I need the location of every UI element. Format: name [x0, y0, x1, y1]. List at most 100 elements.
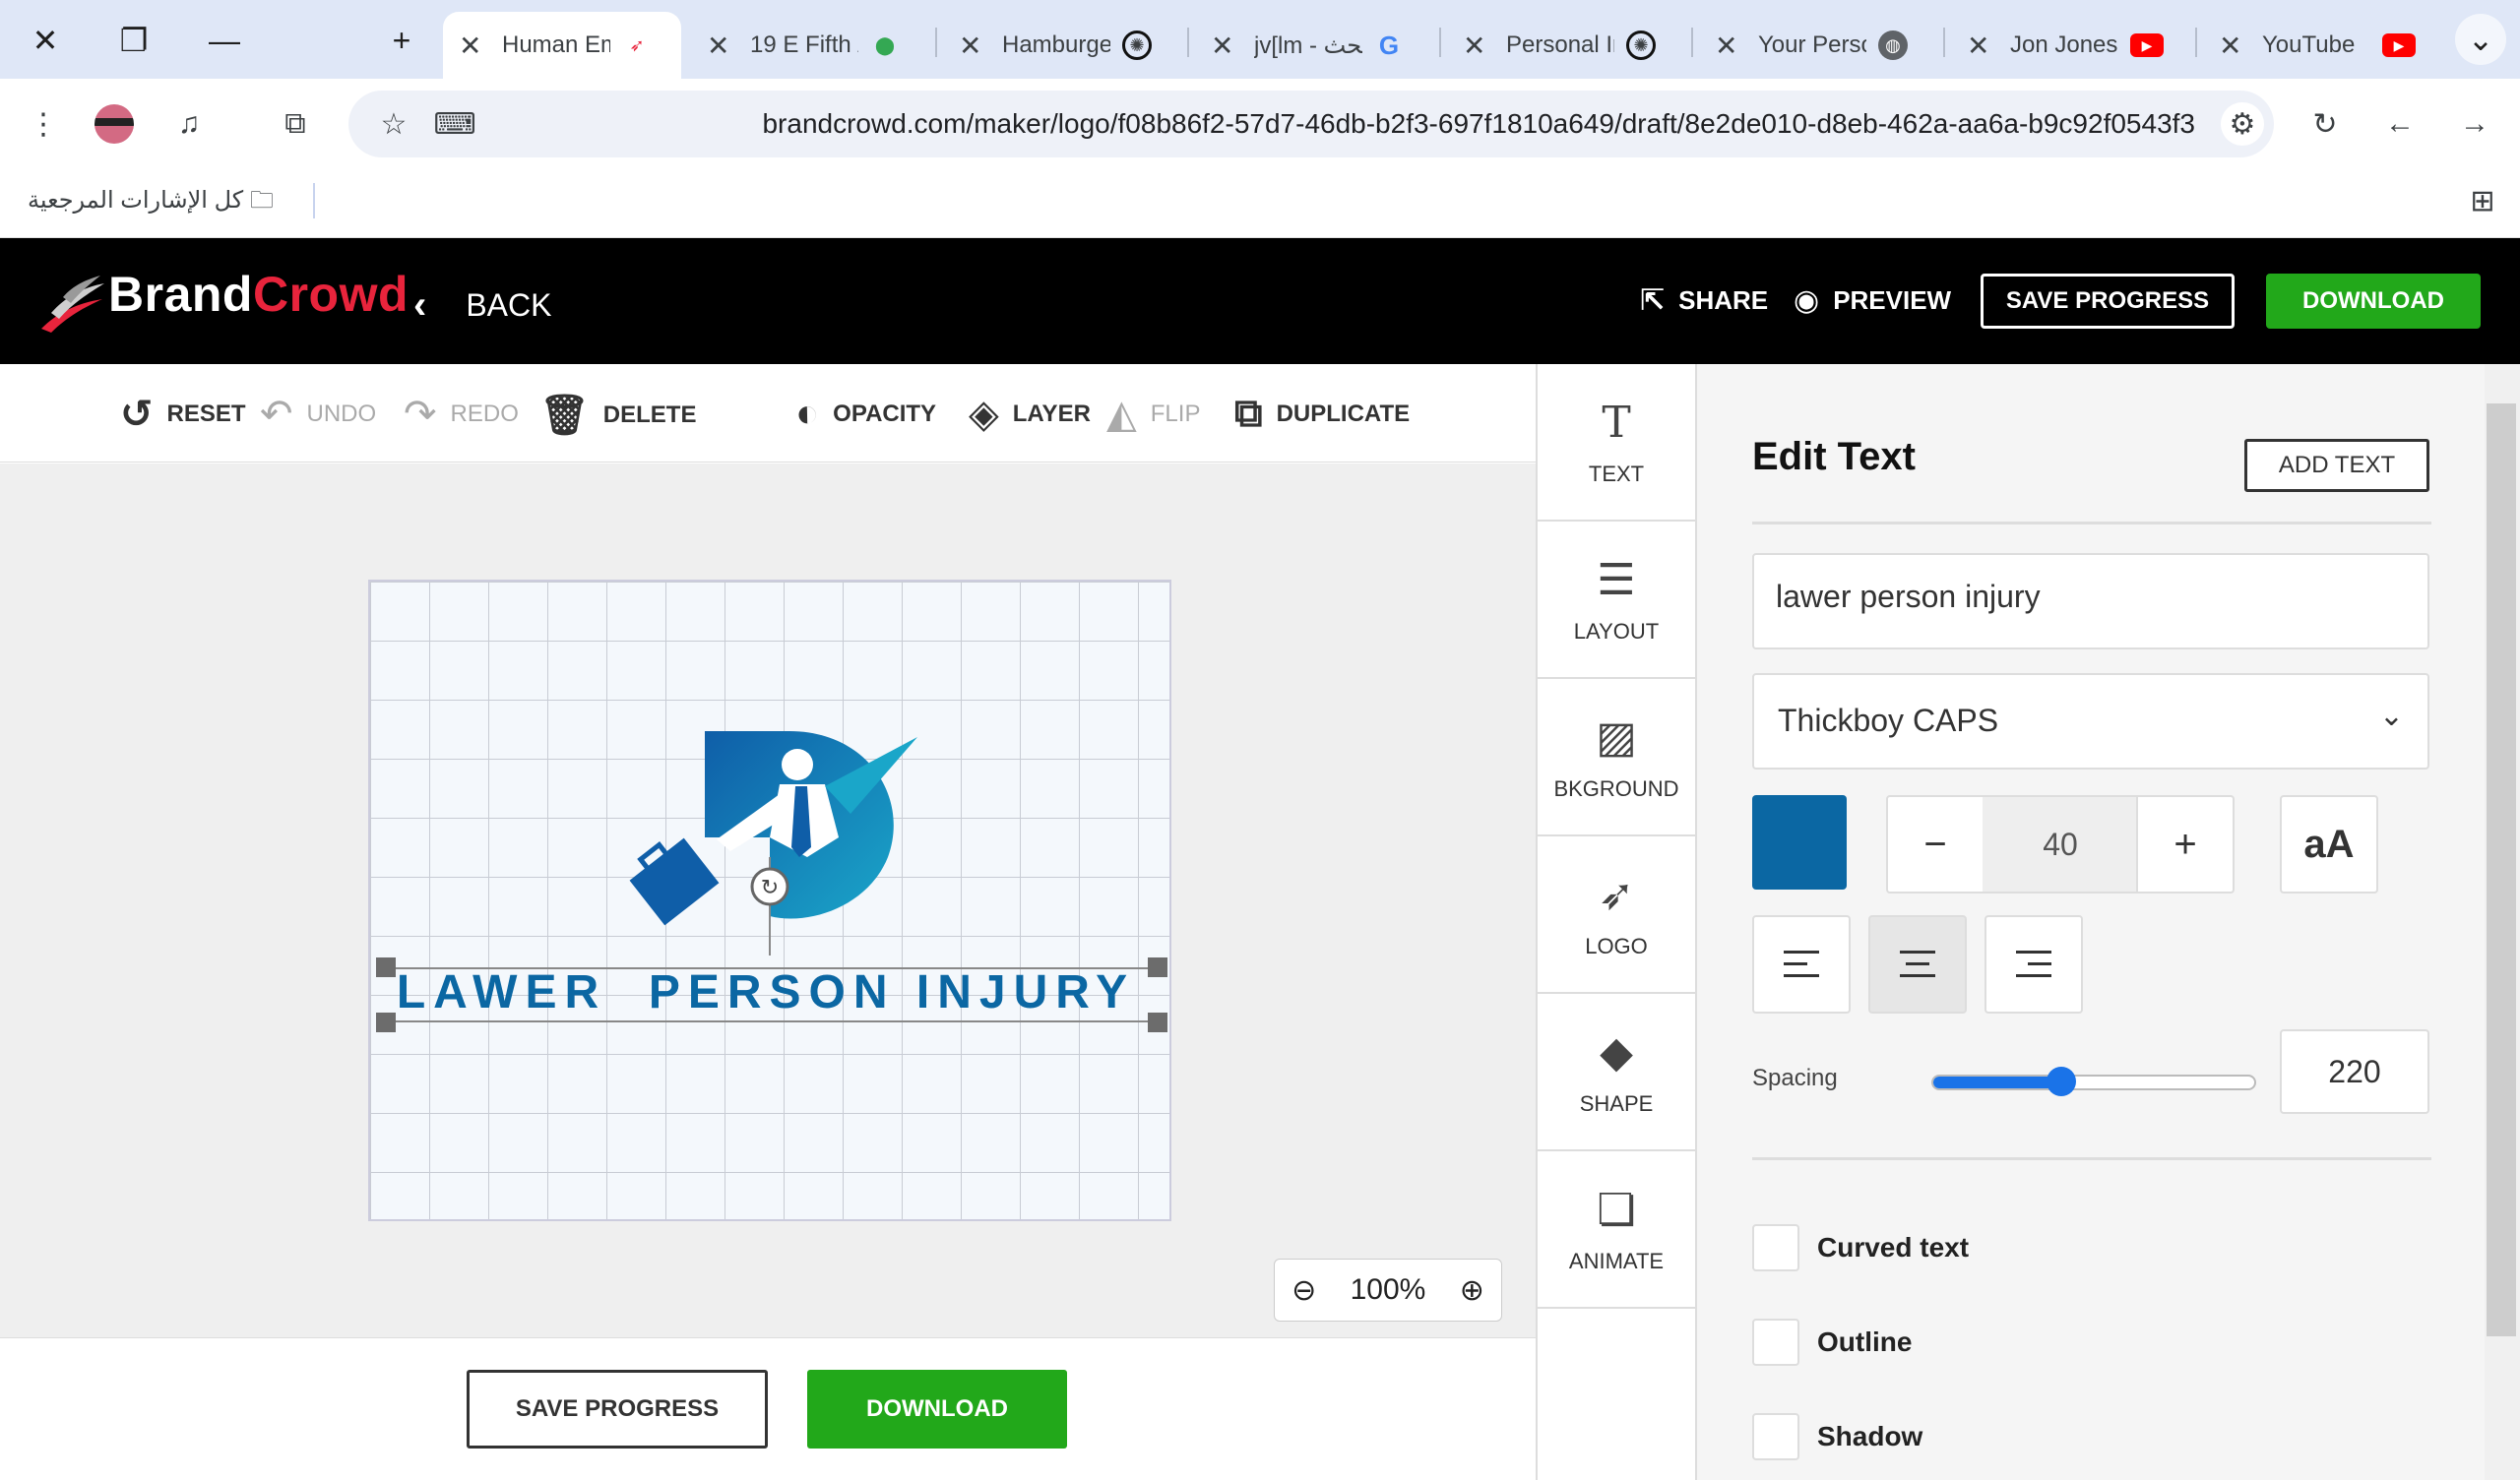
logo-swoosh-icon: ➶: [1598, 870, 1635, 919]
apps-grid-icon[interactable]: ⊞: [2461, 179, 2504, 222]
curved-text-checkbox[interactable]: Curved text: [1752, 1224, 1969, 1271]
openai-icon: ✺: [1122, 31, 1152, 60]
download-button[interactable]: DOWNLOAD: [807, 1370, 1067, 1449]
duplicate-button[interactable]: ⧉ DUPLICATE: [1234, 392, 1410, 436]
opacity-button[interactable]: ◐ OPACITY: [795, 392, 936, 436]
font-select[interactable]: Thickboy CAPS ⌄: [1752, 673, 2429, 770]
resize-handle[interactable]: [1148, 1013, 1167, 1032]
extensions-icon[interactable]: ⧉: [274, 102, 317, 146]
scrollbar-thumb[interactable]: [2487, 403, 2516, 1336]
browser-tab[interactable]: ✕ Hamburge ✺: [943, 12, 1179, 79]
size-increase-button[interactable]: +: [2136, 795, 2235, 894]
close-tab-icon[interactable]: ✕: [1463, 30, 1492, 62]
close-tab-icon[interactable]: ✕: [1967, 30, 1996, 62]
panel-scrollbar[interactable]: [2485, 364, 2520, 1480]
browser-tab[interactable]: ✕ jv[lm - بحث G: [1195, 12, 1431, 79]
bookmark-star-icon[interactable]: ☆: [372, 102, 415, 146]
browser-tab[interactable]: ✕ Your Perso ◍: [1699, 12, 1935, 79]
spacing-slider[interactable]: [1931, 1067, 2256, 1096]
minimize-window-icon[interactable]: —: [197, 18, 252, 63]
align-right-button[interactable]: [1984, 915, 2083, 1014]
close-tab-icon[interactable]: ✕: [707, 30, 736, 62]
logo-text[interactable]: LAWER PERSON INJURY: [382, 965, 1150, 1019]
reload-icon[interactable]: ↻: [2303, 102, 2347, 146]
back-arrow-icon[interactable]: ←: [2378, 102, 2422, 146]
delete-button[interactable]: 🗑 DELETE: [539, 392, 696, 438]
save-progress-button[interactable]: SAVE PROGRESS: [467, 1370, 768, 1449]
case-toggle-button[interactable]: aA: [2280, 795, 2378, 894]
flip-icon: ◭: [1106, 393, 1137, 436]
spacing-slider-knob[interactable]: [2047, 1067, 2077, 1096]
browser-tab[interactable]: ✕ Personal In ✺: [1447, 12, 1683, 79]
checkbox-box[interactable]: [1752, 1413, 1799, 1460]
size-decrease-button[interactable]: −: [1886, 795, 1984, 894]
download-button[interactable]: DOWNLOAD: [2266, 274, 2481, 329]
save-progress-button[interactable]: SAVE PROGRESS: [1981, 274, 2235, 329]
restore-window-icon[interactable]: ❐: [106, 18, 161, 63]
nav-layout[interactable]: ☰ LAYOUT: [1538, 522, 1695, 679]
brandcrowd-icon: ➶: [629, 34, 645, 55]
browser-menu-icon[interactable]: ⋮: [22, 102, 65, 146]
close-tab-icon[interactable]: ✕: [2219, 30, 2248, 62]
browser-tab[interactable]: ✕ YouTube ▶: [2203, 12, 2439, 79]
align-left-button[interactable]: [1752, 915, 1851, 1014]
redo-button[interactable]: ↷ REDO: [404, 392, 519, 437]
chevron-down-icon: ⌄: [2378, 700, 2404, 732]
nav-shape[interactable]: ◆ SHAPE: [1538, 994, 1695, 1151]
translate-icon[interactable]: ⌨: [433, 102, 476, 146]
address-bar[interactable]: ☆ ⌨ brandcrowd.com/maker/logo/f08b86f2-5…: [348, 91, 2274, 157]
text-color-swatch[interactable]: [1752, 795, 1847, 890]
logo-artboard[interactable]: ↻ LAWER PERSON INJURY: [368, 580, 1171, 1221]
close-tab-icon[interactable]: ✕: [1715, 30, 1744, 62]
align-center-button[interactable]: [1868, 915, 1967, 1014]
share-button[interactable]: ⇱ SHARE: [1640, 283, 1768, 318]
close-tab-icon[interactable]: ✕: [959, 30, 988, 62]
brandcrowd-logo[interactable]: BrandCrowd: [108, 266, 409, 323]
google-icon: G: [1378, 30, 1400, 60]
maps-pin-icon: ⬤: [874, 34, 896, 55]
nav-animate[interactable]: ❏ ANIMATE: [1538, 1151, 1695, 1309]
zoom-out-icon[interactable]: ⊖: [1292, 1273, 1316, 1308]
site-settings-icon[interactable]: ⚙: [2221, 102, 2264, 146]
url-text[interactable]: brandcrowd.com/maker/logo/f08b86f2-57d7-…: [762, 108, 2195, 140]
resize-handle[interactable]: [1148, 957, 1167, 977]
flip-button[interactable]: ◭ FLIP: [1106, 392, 1200, 437]
media-control-icon[interactable]: ♫: [167, 102, 211, 146]
new-tab-icon[interactable]: +: [374, 18, 429, 63]
browser-tab[interactable]: ✕ Jon Jones | ▶: [1951, 12, 2187, 79]
text-content-input[interactable]: lawer person injury: [1752, 553, 2429, 649]
spacing-input[interactable]: 220: [2280, 1029, 2429, 1114]
preview-button[interactable]: ◉ PREVIEW: [1794, 283, 1951, 318]
brandcrowd-logo-icon[interactable]: [37, 274, 106, 335]
checkbox-box[interactable]: [1752, 1224, 1799, 1271]
add-text-button[interactable]: ADD TEXT: [2244, 439, 2429, 492]
profile-avatar[interactable]: [93, 102, 136, 146]
forward-arrow-icon[interactable]: →: [2453, 102, 2496, 146]
tab-divider: [1187, 28, 1189, 57]
reset-button[interactable]: ↺ RESET: [120, 392, 246, 437]
browser-tab-strip: ✕ ❐ — + ✕ Human Em ➶ ✕ 19 E Fifth / ⬤ ✕ …: [0, 0, 2520, 79]
outline-checkbox[interactable]: Outline: [1752, 1319, 1912, 1366]
nav-text[interactable]: T TEXT: [1538, 364, 1695, 522]
logo-graphic[interactable]: ↻: [622, 729, 917, 965]
checkbox-box[interactable]: [1752, 1319, 1799, 1366]
undo-button[interactable]: ↶ UNDO: [260, 392, 376, 437]
panel-title: Edit Text: [1752, 435, 1916, 478]
close-tab-icon[interactable]: ✕: [459, 30, 488, 62]
browser-tab[interactable]: ✕ 19 E Fifth / ⬤: [691, 12, 927, 79]
nav-background[interactable]: ▨ BKGROUND: [1538, 679, 1695, 836]
close-tab-icon[interactable]: ✕: [1211, 30, 1240, 62]
font-size-input[interactable]: 40: [1983, 795, 2138, 894]
zoom-in-icon[interactable]: ⊕: [1460, 1273, 1484, 1308]
trash-icon: 🗑: [539, 394, 590, 437]
background-hatch-icon: ▨: [1596, 712, 1637, 762]
close-window-icon[interactable]: ✕: [18, 18, 73, 63]
browser-tab[interactable]: ✕ Human Em ➶: [443, 12, 681, 79]
layer-button[interactable]: ◈ LAYER: [969, 392, 1091, 437]
back-button[interactable]: ‹ BACK: [413, 283, 551, 328]
tab-search-chevron-icon[interactable]: ⌄: [2455, 14, 2506, 65]
bookmarks-divider: [313, 183, 315, 218]
nav-logo[interactable]: ➶ LOGO: [1538, 836, 1695, 994]
all-bookmarks-link[interactable]: 🗀 كل الإشارات المرجعية: [28, 183, 274, 223]
shadow-checkbox[interactable]: Shadow: [1752, 1413, 1922, 1460]
